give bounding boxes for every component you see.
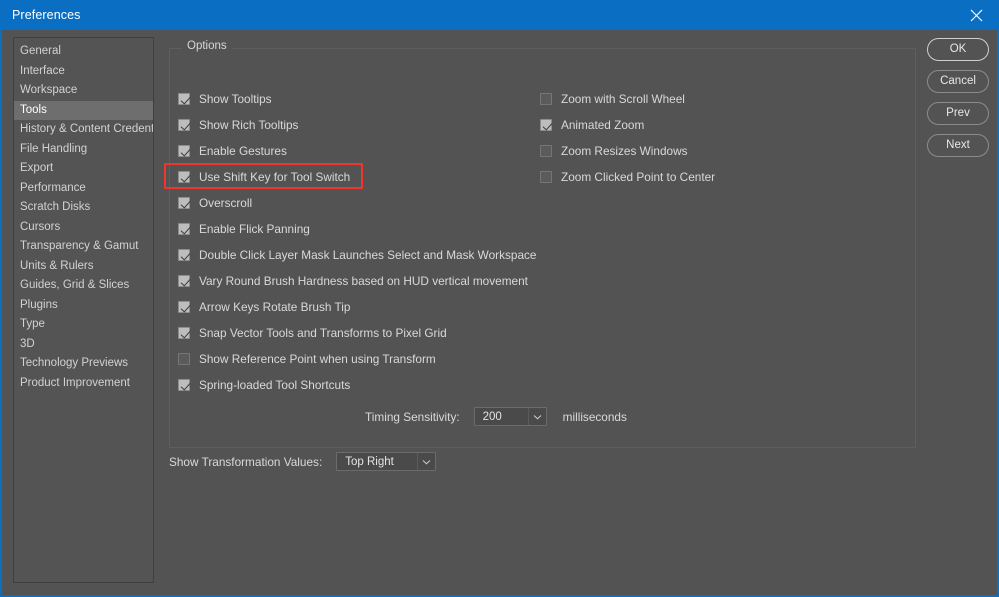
sidebar-item-type[interactable]: Type xyxy=(14,315,153,335)
checkbox-row-show-reference-point[interactable]: Show Reference Point when using Transfor… xyxy=(178,350,436,368)
transformation-values-row: Show Transformation Values: Top Right xyxy=(169,452,437,471)
checkbox-label-double-click-layer-mask: Double Click Layer Mask Launches Select … xyxy=(199,248,537,262)
sidebar-item-3d[interactable]: 3D xyxy=(14,335,153,355)
checkbox-label-arrow-keys-rotate-brush-tip: Arrow Keys Rotate Brush Tip xyxy=(199,300,351,314)
checkbox-row-use-shift-key-for-tool-switch[interactable]: Use Shift Key for Tool Switch xyxy=(178,168,350,186)
checkbox-use-shift-key-for-tool-switch[interactable] xyxy=(178,171,190,183)
sidebar-item-performance[interactable]: Performance xyxy=(14,179,153,199)
checkbox-row-zoom-with-scroll-wheel[interactable]: Zoom with Scroll Wheel xyxy=(540,90,685,108)
transformation-values-chevron[interactable] xyxy=(417,453,435,470)
timing-sensitivity-value: 200 xyxy=(482,410,502,423)
checkbox-label-snap-vector-tools: Snap Vector Tools and Transforms to Pixe… xyxy=(199,326,447,340)
sidebar-item-units-rulers[interactable]: Units & Rulers xyxy=(14,257,153,277)
preferences-dialog: Preferences General Interface Workspace … xyxy=(0,0,999,597)
transformation-values-label: Show Transformation Values: xyxy=(169,454,323,469)
timing-sensitivity-row: Timing Sensitivity: 200 milliseconds xyxy=(365,407,627,426)
title-bar: Preferences xyxy=(2,0,997,30)
checkbox-label-vary-round-brush-hardness: Vary Round Brush Hardness based on HUD v… xyxy=(199,274,528,288)
checkbox-show-tooltips[interactable] xyxy=(178,93,190,105)
options-group: Options Show Tooltips Show Rich Tooltips… xyxy=(169,38,916,471)
checkbox-enable-gestures[interactable] xyxy=(178,145,190,157)
timing-sensitivity-select[interactable]: 200 xyxy=(473,407,547,426)
prev-button[interactable]: Prev xyxy=(927,102,989,125)
checkbox-zoom-clicked-point-to-center[interactable] xyxy=(540,171,552,183)
checkbox-label-show-rich-tooltips: Show Rich Tooltips xyxy=(199,118,299,132)
checkbox-double-click-layer-mask[interactable] xyxy=(178,249,190,261)
checkbox-row-enable-gestures[interactable]: Enable Gestures xyxy=(178,142,287,160)
checkbox-row-enable-flick-panning[interactable]: Enable Flick Panning xyxy=(178,220,310,238)
checkbox-row-show-rich-tooltips[interactable]: Show Rich Tooltips xyxy=(178,116,298,134)
checkbox-label-show-reference-point: Show Reference Point when using Transfor… xyxy=(199,352,436,366)
cancel-button[interactable]: Cancel xyxy=(927,70,989,93)
transformation-values-value: Top Right xyxy=(345,455,394,468)
window-title: Preferences xyxy=(12,8,81,22)
checkbox-arrow-keys-rotate-brush-tip[interactable] xyxy=(178,301,190,313)
sidebar-item-file-handling[interactable]: File Handling xyxy=(14,140,153,160)
checkbox-row-show-tooltips[interactable]: Show Tooltips xyxy=(178,90,272,108)
options-group-legend: Options xyxy=(182,40,232,52)
checkbox-animated-zoom[interactable] xyxy=(540,119,552,131)
checkbox-label-zoom-clicked-point-to-center: Zoom Clicked Point to Center xyxy=(561,170,716,184)
sidebar-item-cursors[interactable]: Cursors xyxy=(14,218,153,238)
sidebar-item-plugins[interactable]: Plugins xyxy=(14,296,153,316)
timing-sensitivity-label: Timing Sensitivity: xyxy=(365,409,460,424)
checkbox-snap-vector-tools[interactable] xyxy=(178,327,190,339)
sidebar-item-technology-previews[interactable]: Technology Previews xyxy=(14,354,153,374)
close-button[interactable] xyxy=(953,0,997,30)
checkbox-zoom-with-scroll-wheel[interactable] xyxy=(540,93,552,105)
sidebar-item-tools[interactable]: Tools xyxy=(14,100,153,120)
preferences-category-list[interactable]: General Interface Workspace Tools Histor… xyxy=(13,37,154,583)
checkbox-row-zoom-clicked-point-to-center[interactable]: Zoom Clicked Point to Center xyxy=(540,168,715,186)
sidebar-item-workspace[interactable]: Workspace xyxy=(14,81,153,101)
close-icon xyxy=(970,9,982,21)
checkbox-show-reference-point[interactable] xyxy=(178,353,190,365)
checkbox-label-enable-gestures: Enable Gestures xyxy=(199,144,287,158)
checkbox-label-use-shift-key-for-tool-switch: Use Shift Key for Tool Switch xyxy=(199,170,351,184)
checkbox-row-animated-zoom[interactable]: Animated Zoom xyxy=(540,116,644,134)
timing-sensitivity-chevron[interactable] xyxy=(527,408,546,425)
next-button[interactable]: Next xyxy=(927,134,989,157)
checkbox-row-snap-vector-tools[interactable]: Snap Vector Tools and Transforms to Pixe… xyxy=(178,324,447,342)
checkbox-row-arrow-keys-rotate-brush-tip[interactable]: Arrow Keys Rotate Brush Tip xyxy=(178,298,350,316)
dialog-body: General Interface Workspace Tools Histor… xyxy=(2,30,997,595)
checkbox-label-animated-zoom: Animated Zoom xyxy=(561,118,645,132)
sidebar-item-scratch-disks[interactable]: Scratch Disks xyxy=(14,198,153,218)
checkbox-row-vary-round-brush-hardness[interactable]: Vary Round Brush Hardness based on HUD v… xyxy=(178,272,528,290)
checkbox-vary-round-brush-hardness[interactable] xyxy=(178,275,190,287)
sidebar-item-guides-grid-slices[interactable]: Guides, Grid & Slices xyxy=(14,276,153,296)
checkbox-label-overscroll: Overscroll xyxy=(199,196,253,210)
chevron-down-icon xyxy=(422,459,431,465)
checkbox-row-spring-loaded-tool-shortcuts[interactable]: Spring-loaded Tool Shortcuts xyxy=(178,376,350,394)
checkbox-enable-flick-panning[interactable] xyxy=(178,223,190,235)
dialog-button-column: OK Cancel Prev Next xyxy=(927,38,989,166)
transformation-values-select[interactable]: Top Right xyxy=(336,452,437,471)
sidebar-item-product-improvement[interactable]: Product Improvement xyxy=(14,374,153,394)
sidebar-item-transparency-gamut[interactable]: Transparency & Gamut xyxy=(14,237,153,257)
chevron-down-icon xyxy=(533,414,542,420)
checkbox-show-rich-tooltips[interactable] xyxy=(178,119,190,131)
sidebar-item-interface[interactable]: Interface xyxy=(14,62,153,82)
checkbox-overscroll[interactable] xyxy=(178,197,190,209)
sidebar-item-history-content-credentials[interactable]: History & Content Credentials xyxy=(14,120,153,140)
checkbox-row-overscroll[interactable]: Overscroll xyxy=(178,194,252,212)
checkbox-label-show-tooltips: Show Tooltips xyxy=(199,92,272,106)
checkbox-zoom-resizes-windows[interactable] xyxy=(540,145,552,157)
checkbox-label-zoom-with-scroll-wheel: Zoom with Scroll Wheel xyxy=(561,92,685,106)
timing-sensitivity-unit: milliseconds xyxy=(562,409,627,424)
checkbox-label-spring-loaded-tool-shortcuts: Spring-loaded Tool Shortcuts xyxy=(199,378,351,392)
checkbox-row-double-click-layer-mask[interactable]: Double Click Layer Mask Launches Select … xyxy=(178,246,536,264)
checkbox-label-zoom-resizes-windows: Zoom Resizes Windows xyxy=(561,144,688,158)
ok-button[interactable]: OK xyxy=(927,38,989,61)
sidebar-item-general[interactable]: General xyxy=(14,42,153,62)
checkbox-label-enable-flick-panning: Enable Flick Panning xyxy=(199,222,310,236)
sidebar-item-export[interactable]: Export xyxy=(14,159,153,179)
checkbox-spring-loaded-tool-shortcuts[interactable] xyxy=(178,379,190,391)
checkbox-row-zoom-resizes-windows[interactable]: Zoom Resizes Windows xyxy=(540,142,688,160)
